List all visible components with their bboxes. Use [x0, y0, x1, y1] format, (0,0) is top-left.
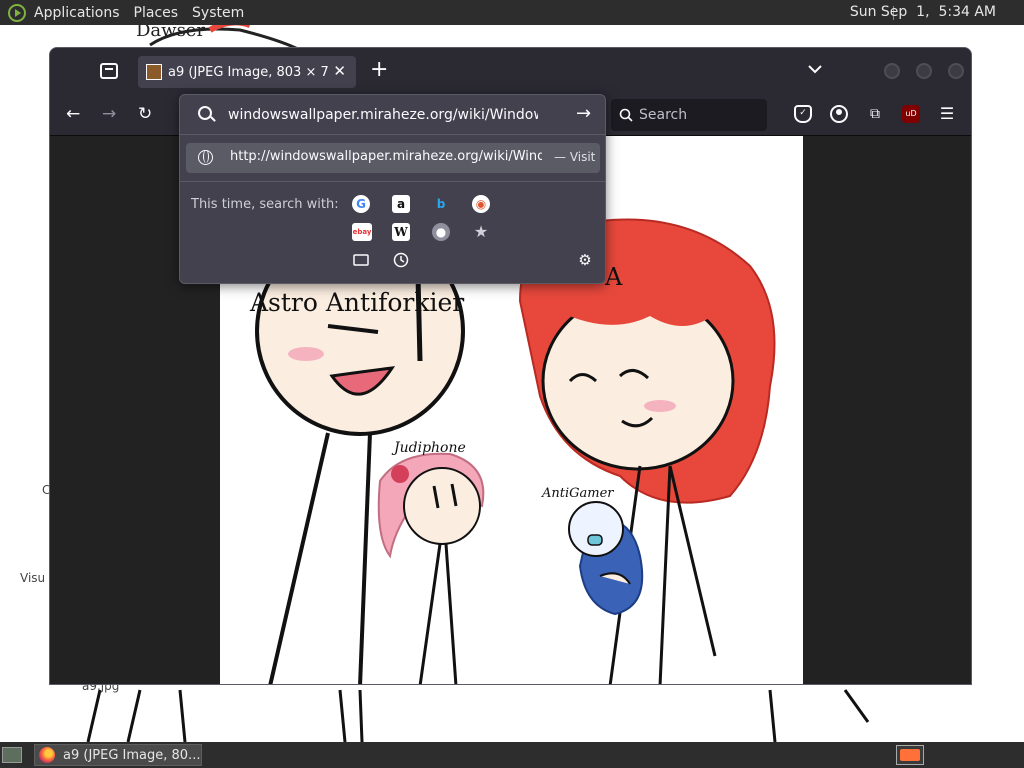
url-suggestion-row[interactable]: http://windowswallpaper.miraheze.org/wik…	[186, 143, 600, 173]
tab-active[interactable]: a9 (JPEG Image, 803 × 756 pixels) ✕	[138, 56, 356, 88]
show-desktop-button[interactable]	[2, 747, 22, 763]
history-icon[interactable]	[392, 251, 410, 269]
system-menu[interactable]: System	[192, 5, 244, 21]
search-placeholder: Search	[639, 107, 688, 123]
firefox-icon	[39, 747, 55, 763]
divider	[180, 181, 605, 182]
figure-letter-label: A	[605, 263, 623, 291]
amazon-icon[interactable]: a	[392, 195, 410, 213]
baby-name-label: AntiGamer	[542, 486, 614, 501]
taskbar-item-firefox[interactable]: a9 (JPEG Image, 80...	[34, 744, 202, 766]
settings-icon[interactable]: ⚙	[576, 251, 594, 269]
tab-title: a9 (JPEG Image, 803 × 756 pixels)	[168, 64, 328, 80]
bookmarks-icon[interactable]: ★	[472, 223, 490, 241]
ublock-origin-icon[interactable]: uD	[902, 105, 920, 123]
minimize-button[interactable]	[884, 63, 900, 79]
go-arrow-icon[interactable]: →	[576, 103, 591, 124]
taskbar-item-label: a9 (JPEG Image, 80...	[63, 747, 201, 763]
suggestion-url: http://windowswallpaper.miraheze.org/wik…	[230, 149, 542, 164]
url-input-row: →	[180, 95, 605, 135]
applications-menu[interactable]: Applications	[34, 5, 120, 21]
workspace-window-thumb	[900, 749, 920, 761]
bottom-panel: a9 (JPEG Image, 80...	[0, 742, 1024, 768]
urlbar-popup: → http://windowswallpaper.miraheze.org/w…	[179, 94, 606, 284]
globe-icon	[198, 150, 213, 165]
suggestion-action: — Visit	[554, 150, 596, 164]
figure-name-label: Astro Antiforkier	[250, 288, 465, 317]
duckduckgo-icon[interactable]: ◉	[472, 195, 490, 213]
tab-bar: a9 (JPEG Image, 803 × 756 pixels) ✕ +	[50, 48, 971, 94]
reload-icon[interactable]: ↻	[138, 104, 152, 124]
search-with-label: This time, search with:	[191, 197, 339, 212]
hamburger-menu-icon[interactable]: ☰	[938, 105, 956, 123]
search-engine-icon[interactable]: ●	[432, 223, 450, 241]
baby-name-label: Judiphone	[394, 440, 466, 456]
desktop-icon-label[interactable]: Visu	[20, 571, 45, 585]
bing-icon[interactable]: b	[432, 195, 450, 213]
ebay-icon[interactable]: ebay	[352, 223, 372, 241]
chevron-down-icon[interactable]	[808, 62, 822, 78]
top-panel: Applications Places System Sun Sep 1, 5:…	[0, 0, 1024, 25]
workspace-switcher[interactable]	[896, 745, 924, 765]
url-input[interactable]	[228, 103, 538, 127]
close-window-button[interactable]	[948, 63, 964, 79]
search-icon	[198, 106, 212, 120]
mate-logo-icon[interactable]	[8, 3, 26, 22]
close-tab-icon[interactable]: ✕	[333, 62, 346, 80]
search-field[interactable]: Search	[611, 99, 767, 131]
search-icon	[619, 108, 633, 122]
new-tab-button[interactable]: +	[370, 59, 388, 81]
wikipedia-icon[interactable]: W	[392, 223, 410, 241]
clock[interactable]: Sun Sep 1, 5:34 AM	[850, 4, 996, 20]
google-icon[interactable]: G	[352, 195, 370, 213]
top-panel-menus: Applications Places System	[8, 3, 244, 22]
image-favicon-icon	[146, 64, 162, 80]
pocket-icon[interactable]: ✓	[794, 105, 812, 123]
desktop: Dawser C Visu a9.jpg Applications Places…	[0, 0, 1024, 768]
forward-icon[interactable]: →	[102, 104, 116, 124]
places-menu[interactable]: Places	[134, 5, 179, 21]
tab-overview-icon[interactable]	[100, 63, 118, 79]
account-icon[interactable]	[830, 105, 848, 123]
back-icon[interactable]: ←	[66, 104, 80, 124]
extensions-icon[interactable]: ⧉	[866, 105, 884, 123]
maximize-button[interactable]	[916, 63, 932, 79]
tabs-icon[interactable]	[352, 251, 370, 269]
